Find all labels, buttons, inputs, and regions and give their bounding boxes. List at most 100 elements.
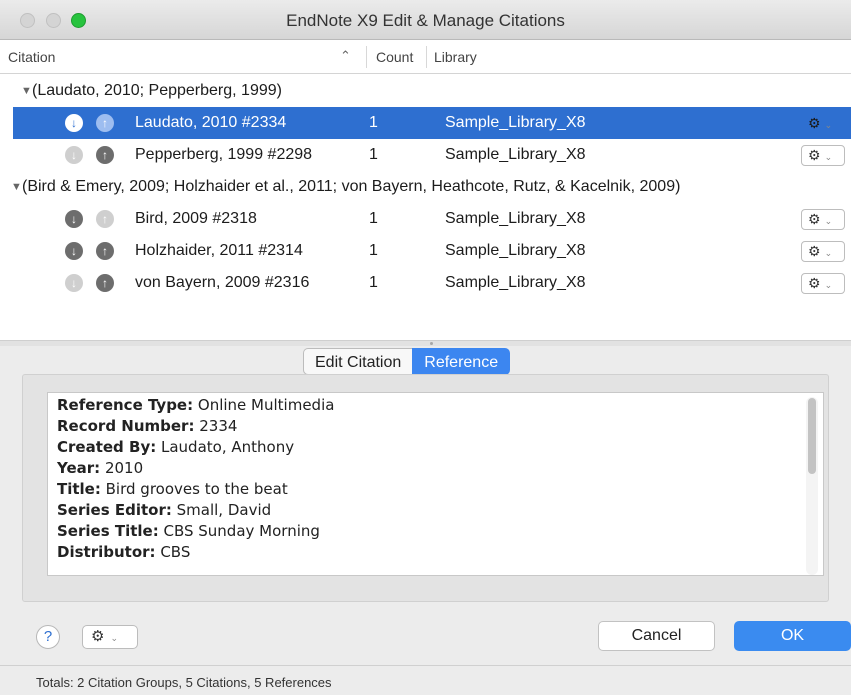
citation-row[interactable]: ↓ ↑ Bird, 2009 #2318 1 Sample_Library_X8… <box>13 203 851 235</box>
move-up-icon[interactable]: ↑ <box>96 146 114 164</box>
citation-count: 1 <box>369 146 378 163</box>
citation-library: Sample_Library_X8 <box>445 242 586 259</box>
citation-name: Holzhaider, 2011 #2314 <box>135 242 303 259</box>
citation-library: Sample_Library_X8 <box>445 210 586 227</box>
field-value: Laudato, Anthony <box>161 438 295 456</box>
column-header-count[interactable]: Count <box>376 49 413 65</box>
gear-icon: ⚙ <box>808 243 821 259</box>
field-value: Small, David <box>176 501 272 519</box>
field-label: Title: <box>57 480 101 498</box>
field-value: CBS <box>160 543 191 561</box>
gear-icon: ⚙ <box>808 211 821 227</box>
gear-icon: ⚙ <box>91 628 105 645</box>
citation-count: 1 <box>369 114 378 131</box>
column-header-citation[interactable]: Citation <box>8 49 55 65</box>
tab-reference[interactable]: Reference <box>412 348 511 375</box>
chevron-down-icon: ⌄ <box>824 248 833 258</box>
help-button[interactable]: ? <box>36 625 60 649</box>
citation-library: Sample_Library_X8 <box>445 146 586 163</box>
tab-edit-citation[interactable]: Edit Citation <box>303 348 413 375</box>
reference-details-text[interactable]: Reference Type: Online Multimedia Record… <box>47 392 824 576</box>
citation-gear-menu-button[interactable]: ⚙ ⌄ <box>801 113 845 134</box>
reference-field: Record Number: 2334 <box>57 416 334 437</box>
field-label: Series Editor: <box>57 501 172 519</box>
gear-icon: ⚙ <box>808 115 821 131</box>
reference-field: Distributor: CBS <box>57 542 334 563</box>
move-down-icon[interactable]: ↓ <box>65 242 83 260</box>
disclosure-triangle-icon[interactable]: ▼ <box>11 171 22 203</box>
citation-row[interactable]: ↓ ↑ Laudato, 2010 #2334 1 Sample_Library… <box>13 107 851 139</box>
totals-text: Totals: 2 Citation Groups, 5 Citations, … <box>36 675 332 690</box>
options-gear-menu-button[interactable]: ⚙ ⌄ <box>82 625 138 649</box>
citation-gear-menu-button[interactable]: ⚙ ⌄ <box>801 145 845 166</box>
field-label: Created By: <box>57 438 157 456</box>
citation-count: 1 <box>369 274 378 291</box>
citation-name: Laudato, 2010 #2334 <box>135 114 287 131</box>
reference-field: Title: Bird grooves to the beat <box>57 479 334 500</box>
table-header: Citation ⌃ Count Library <box>0 40 851 74</box>
reference-fields: Reference Type: Online Multimedia Record… <box>57 395 334 563</box>
cancel-button[interactable]: Cancel <box>598 621 715 651</box>
citation-group-row[interactable]: ▼ (Bird & Emery, 2009; Holzhaider et al.… <box>0 171 851 203</box>
citation-group-row[interactable]: ▼ (Laudato, 2010; Pepperberg, 1999) <box>0 75 851 107</box>
title-bar: EndNote X9 Edit & Manage Citations <box>0 0 851 40</box>
citation-group-label: (Laudato, 2010; Pepperberg, 1999) <box>32 82 282 99</box>
move-down-icon[interactable]: ↓ <box>65 274 83 292</box>
column-divider[interactable] <box>426 46 427 68</box>
move-down-icon[interactable]: ↓ <box>65 210 83 228</box>
disclosure-triangle-icon[interactable]: ▼ <box>21 75 32 107</box>
detail-tabs: Edit Citation Reference <box>303 348 511 375</box>
field-label: Distributor: <box>57 543 156 561</box>
reference-field: Reference Type: Online Multimedia <box>57 395 334 416</box>
chevron-down-icon: ⌄ <box>824 120 833 130</box>
pane-splitter[interactable] <box>0 340 851 346</box>
citation-row[interactable]: ↓ ↑ Pepperberg, 1999 #2298 1 Sample_Libr… <box>13 139 851 171</box>
field-label: Record Number: <box>57 417 195 435</box>
chevron-down-icon: ⌄ <box>824 216 833 226</box>
chevron-down-icon: ⌄ <box>824 280 833 290</box>
field-value: Bird grooves to the beat <box>105 480 288 498</box>
citation-library: Sample_Library_X8 <box>445 114 586 131</box>
edit-manage-citations-window: EndNote X9 Edit & Manage Citations Citat… <box>0 0 851 695</box>
citation-count: 1 <box>369 210 378 227</box>
chevron-down-icon: ⌄ <box>110 633 118 643</box>
reference-field: Year: 2010 <box>57 458 334 479</box>
field-value: Online Multimedia <box>197 396 335 414</box>
chevron-down-icon: ⌄ <box>824 152 833 162</box>
citation-name: von Bayern, 2009 #2316 <box>135 274 310 291</box>
citation-gear-menu-button[interactable]: ⚙ ⌄ <box>801 209 845 230</box>
field-label: Reference Type: <box>57 396 194 414</box>
citation-count: 1 <box>369 242 378 259</box>
move-down-icon[interactable]: ↓ <box>65 146 83 164</box>
move-up-icon[interactable]: ↑ <box>96 210 114 228</box>
citations-table: Citation ⌃ Count Library ▼ (Laudato, 201… <box>0 40 851 340</box>
move-down-icon[interactable]: ↓ <box>65 114 83 132</box>
column-header-library[interactable]: Library <box>434 49 477 65</box>
field-value: CBS Sunday Morning <box>163 522 320 540</box>
sort-ascending-icon[interactable]: ⌃ <box>340 48 351 64</box>
citation-library: Sample_Library_X8 <box>445 274 586 291</box>
field-value: 2334 <box>199 417 238 435</box>
citation-name: Pepperberg, 1999 #2298 <box>135 146 313 163</box>
column-divider[interactable] <box>366 46 367 68</box>
splitter-handle-icon[interactable] <box>430 342 433 345</box>
field-value: 2010 <box>104 459 144 477</box>
citation-name: Bird, 2009 #2318 <box>135 210 257 227</box>
citation-gear-menu-button[interactable]: ⚙ ⌄ <box>801 273 845 294</box>
scrollbar-thumb[interactable] <box>808 398 816 474</box>
reference-field: Series Editor: Small, David <box>57 500 334 521</box>
reference-field: Created By: Laudato, Anthony <box>57 437 334 458</box>
citation-group-label: (Bird & Emery, 2009; Holzhaider et al., … <box>22 178 681 195</box>
move-up-icon[interactable]: ↑ <box>96 274 114 292</box>
citation-row[interactable]: ↓ ↑ von Bayern, 2009 #2316 1 Sample_Libr… <box>13 267 851 299</box>
window-title: EndNote X9 Edit & Manage Citations <box>286 11 565 30</box>
citation-row[interactable]: ↓ ↑ Holzhaider, 2011 #2314 1 Sample_Libr… <box>13 235 851 267</box>
reference-field: Series Title: CBS Sunday Morning <box>57 521 334 542</box>
ok-button[interactable]: OK <box>734 621 851 651</box>
move-up-icon[interactable]: ↑ <box>96 242 114 260</box>
move-up-icon[interactable]: ↑ <box>96 114 114 132</box>
status-bar: Totals: 2 Citation Groups, 5 Citations, … <box>0 665 851 695</box>
field-label: Series Title: <box>57 522 159 540</box>
field-label: Year: <box>57 459 101 477</box>
citation-gear-menu-button[interactable]: ⚙ ⌄ <box>801 241 845 262</box>
